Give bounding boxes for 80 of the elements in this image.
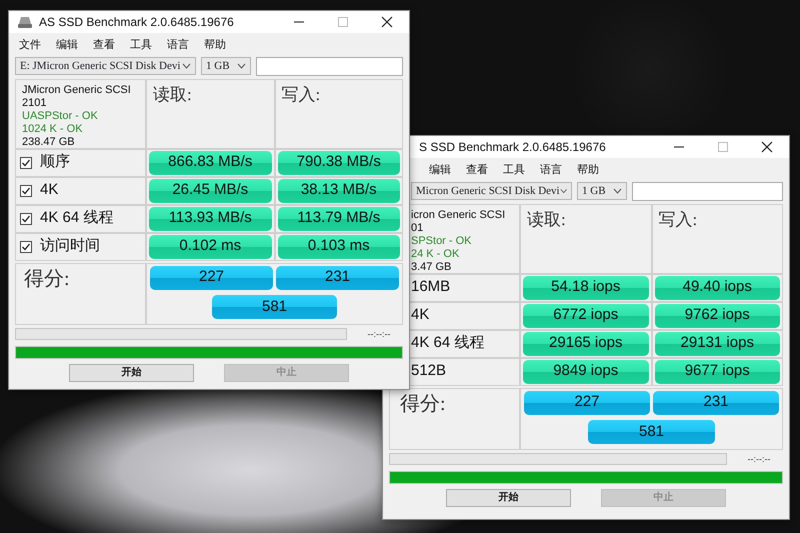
chevron-icon [237, 63, 246, 69]
result-value: 9762 iops [654, 304, 780, 328]
result-value: 54.18 iops [523, 276, 648, 300]
info-text: JMicron Generic SCSI [22, 84, 132, 96]
status-text: SPStor - OK [411, 234, 473, 248]
result-value: 38.13 MB/s [278, 178, 400, 202]
result-value: 113.79 MB/s [278, 206, 400, 230]
status-text: 24 K - OK [411, 248, 460, 260]
column-header: 读取: [153, 84, 192, 104]
info-text: 01 [411, 222, 424, 234]
window-title: S SSD Benchmark 2.0.6485.19676 [419, 139, 606, 156]
size-select[interactable]: 1 GB [201, 57, 251, 75]
result-value: 26.45 MB/s [149, 178, 272, 202]
result-value: 866.83 MB/s [149, 150, 272, 174]
elapsed-time: --:--:-- [746, 452, 772, 466]
result-value: 29165 iops [523, 332, 648, 356]
menu-item[interactable]: 文件 [19, 37, 41, 54]
close-icon[interactable] [381, 16, 393, 28]
score-label: 得分: [400, 392, 446, 414]
total-score: 581 [588, 420, 716, 444]
column-header: 读取: [527, 210, 566, 228]
chevron-icon [560, 188, 567, 194]
text-field[interactable] [256, 56, 403, 76]
result-value: 9849 iops [523, 360, 648, 384]
start-button[interactable]: 开始 [446, 489, 571, 507]
result-value: 790.38 MB/s [278, 150, 400, 174]
menu-item[interactable]: 查看 [466, 162, 488, 178]
row-label: 顺序 [40, 152, 70, 172]
column-header: 写入: [282, 84, 320, 104]
text-field[interactable] [632, 182, 783, 200]
menu-item[interactable]: 编辑 [429, 162, 451, 178]
close-icon[interactable] [761, 141, 773, 153]
result-value: 0.103 ms [278, 234, 400, 258]
score-label: 得分: [24, 268, 70, 290]
menu-item[interactable]: 编辑 [56, 37, 78, 54]
elapsed-time: --:--:-- [366, 328, 392, 340]
menu-item[interactable]: 帮助 [577, 162, 599, 178]
row-label: 4K [411, 305, 430, 326]
start-button[interactable]: 开始 [69, 364, 194, 382]
menu-item[interactable]: 语言 [540, 162, 562, 178]
checkbox[interactable] [20, 212, 32, 224]
drive-select[interactable]: E: JMicron Generic SCSI Disk Devi [15, 57, 196, 75]
menu-item[interactable]: 工具 [130, 37, 152, 54]
row-label: 16MB [411, 277, 450, 298]
result-value: 29131 iops [654, 332, 780, 356]
score-value: 227 [150, 266, 273, 290]
window-title: AS SSD Benchmark 2.0.6485.19676 [39, 14, 234, 31]
chevron-icon [182, 63, 191, 69]
row-label: 512B [411, 361, 446, 382]
menu-item[interactable]: 帮助 [204, 37, 226, 54]
drive-select[interactable]: Micron Generic SCSI Disk Devi [411, 182, 572, 200]
checkbox[interactable] [20, 156, 32, 168]
score-value: 231 [653, 390, 779, 414]
drive-icon [17, 15, 33, 29]
menu-item[interactable]: 语言 [167, 37, 189, 54]
column-header: 写入: [658, 210, 698, 228]
result-value: 113.93 MB/s [149, 206, 272, 230]
row-label: 4K 64 线程 [411, 333, 484, 354]
menu-item[interactable]: 查看 [93, 37, 115, 54]
status-text: UASPStor - OK [22, 110, 99, 122]
info-text: icron Generic SCSI [411, 208, 506, 222]
row-label: 4K 64 线程 [40, 208, 114, 228]
checkbox[interactable] [20, 184, 32, 196]
status-text: 1024 K - OK [22, 122, 84, 136]
result-value: 9677 iops [654, 360, 780, 384]
result-value: 6772 iops [523, 304, 648, 328]
info-text: 3.47 GB [411, 260, 452, 274]
checkbox[interactable] [20, 240, 32, 252]
size-select[interactable]: 1 GB [577, 182, 627, 200]
result-value: 0.102 ms [149, 234, 272, 258]
total-score: 581 [212, 295, 337, 319]
result-value: 49.40 iops [654, 276, 780, 300]
menu-item[interactable]: 工具 [503, 162, 525, 178]
score-value: 231 [276, 266, 399, 290]
chevron-icon [613, 188, 622, 194]
info-text: 2101 [22, 96, 48, 110]
info-text: 238.47 GB [22, 136, 76, 148]
row-label: 4K [40, 180, 58, 200]
row-label: 访问时间 [40, 236, 100, 256]
score-value: 227 [524, 390, 650, 414]
